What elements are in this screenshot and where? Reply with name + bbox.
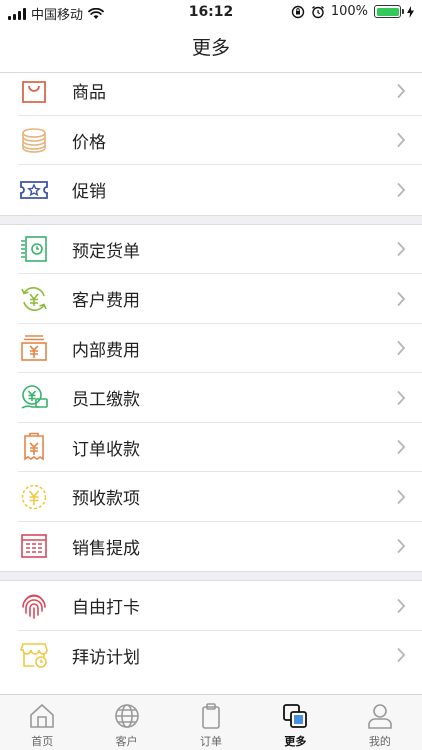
menu-item-label: 订单收款 <box>72 439 140 460</box>
page-title: 更多 <box>191 37 230 59</box>
reserve-order-icon <box>18 233 50 265</box>
menu-item-label: 客户费用 <box>72 291 140 312</box>
rotation-lock-icon <box>291 5 305 18</box>
menu-item[interactable]: 预收款项 <box>0 472 422 522</box>
battery-icon <box>374 5 404 18</box>
tab-home[interactable]: 首页 <box>0 695 84 750</box>
home-icon <box>27 701 57 731</box>
menu-item[interactable]: 自由打卡 <box>0 581 422 631</box>
battery-percent: 100% <box>330 4 368 19</box>
coin-stack-icon <box>18 124 50 156</box>
shopping-bag-icon <box>18 75 50 107</box>
status-right: 100% <box>291 4 414 19</box>
chevron-right-icon <box>397 291 406 306</box>
alarm-icon <box>311 5 324 18</box>
menu-list: 商品 价格 促销 预定货单 客户费用 内部费用 员工缴款 订单收款 预收款项 销… <box>0 73 422 694</box>
coupon-star-icon <box>18 174 50 206</box>
menu-item[interactable]: 订单收款 <box>0 423 422 473</box>
group-separator <box>0 571 422 581</box>
more-icon <box>280 701 310 731</box>
tab-globe[interactable]: 客户 <box>84 695 168 750</box>
menu-item[interactable]: 预定货单 <box>0 225 422 275</box>
chevron-right-icon <box>397 390 406 405</box>
order-receipt-icon <box>18 431 50 463</box>
fingerprint-icon <box>18 590 50 622</box>
tab-label: 我的 <box>368 735 391 748</box>
tab-label: 更多 <box>284 735 307 748</box>
menu-item-label: 商品 <box>72 83 106 104</box>
chevron-right-icon <box>397 489 406 504</box>
sales-commission-icon <box>18 530 50 562</box>
chevron-right-icon <box>397 598 406 613</box>
menu-item[interactable]: 销售提成 <box>0 522 422 572</box>
menu-item[interactable]: 促销 <box>0 165 422 215</box>
chevron-right-icon <box>397 440 406 455</box>
chevron-right-icon <box>397 341 406 356</box>
chevron-right-icon <box>397 182 406 197</box>
order-icon <box>196 701 226 731</box>
menu-item-label: 内部费用 <box>72 340 140 361</box>
internal-fee-icon <box>18 332 50 364</box>
tab-label: 订单 <box>200 735 223 748</box>
chevron-right-icon <box>397 133 406 148</box>
tab-bar: 首页 客户 订单 更多 我的 <box>0 694 422 750</box>
profile-icon <box>365 701 395 731</box>
menu-item-label: 销售提成 <box>72 538 140 559</box>
tab-label: 客户 <box>115 735 138 748</box>
tab-order[interactable]: 订单 <box>169 695 253 750</box>
status-bar: 中国移动 16:12 100% <box>0 0 422 26</box>
menu-item[interactable]: 价格 <box>0 116 422 166</box>
globe-icon <box>112 701 142 731</box>
menu-item-label: 价格 <box>72 132 106 153</box>
visit-plan-icon <box>18 639 50 671</box>
menu-item-label: 预定货单 <box>72 241 140 262</box>
menu-item-label: 自由打卡 <box>72 598 140 619</box>
advance-payment-icon <box>18 481 50 513</box>
tab-label: 首页 <box>31 735 54 748</box>
chevron-right-icon <box>397 242 406 257</box>
menu-item-label: 促销 <box>72 182 106 203</box>
menu-item[interactable]: 拜访计划 <box>0 631 422 681</box>
tab-more[interactable]: 更多 <box>253 695 337 750</box>
chevron-right-icon <box>397 83 406 98</box>
tab-profile[interactable]: 我的 <box>338 695 422 750</box>
navigation-bar: 更多 <box>0 26 422 73</box>
chevron-right-icon <box>397 539 406 554</box>
menu-item[interactable]: 内部费用 <box>0 324 422 374</box>
employee-payment-icon <box>18 382 50 414</box>
menu-item[interactable]: 员工缴款 <box>0 373 422 423</box>
chevron-right-icon <box>397 648 406 663</box>
menu-item-label: 拜访计划 <box>72 647 140 668</box>
menu-item[interactable]: 客户费用 <box>0 274 422 324</box>
menu-item-label: 预收款项 <box>72 489 140 510</box>
menu-item-label: 员工缴款 <box>72 390 140 411</box>
menu-item[interactable]: 商品 <box>0 73 422 116</box>
customer-fee-icon <box>18 283 50 315</box>
charging-icon <box>407 5 414 18</box>
group-separator <box>0 214 422 225</box>
